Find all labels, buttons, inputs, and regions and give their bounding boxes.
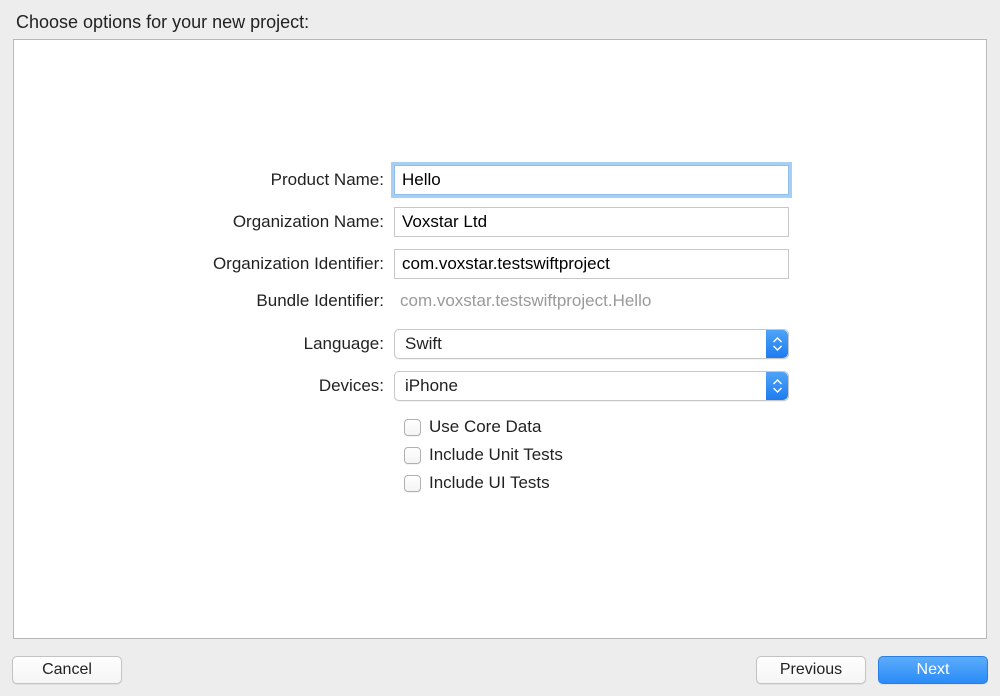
organization-name-input[interactable]	[394, 207, 789, 237]
bundle-identifier-label: Bundle Identifier:	[194, 291, 394, 311]
include-ui-tests-checkbox[interactable]	[404, 475, 421, 492]
product-name-row: Product Name:	[194, 165, 874, 195]
include-unit-tests-checkbox-row[interactable]: Include Unit Tests	[404, 441, 874, 469]
bundle-identifier-value: com.voxstar.testswiftproject.Hello	[394, 291, 651, 311]
language-select-value: Swift	[405, 334, 442, 354]
next-button[interactable]: Next	[878, 656, 988, 684]
content-pane: Product Name: Organization Name: Organiz…	[13, 39, 987, 639]
product-name-label: Product Name:	[194, 170, 394, 190]
language-row: Language: Swift	[194, 329, 874, 359]
include-unit-tests-label: Include Unit Tests	[429, 445, 563, 465]
use-core-data-checkbox-row[interactable]: Use Core Data	[404, 413, 874, 441]
cancel-button[interactable]: Cancel	[12, 656, 122, 684]
bundle-identifier-row: Bundle Identifier: com.voxstar.testswift…	[194, 291, 874, 311]
include-unit-tests-checkbox[interactable]	[404, 447, 421, 464]
include-ui-tests-label: Include UI Tests	[429, 473, 550, 493]
language-label: Language:	[194, 334, 394, 354]
devices-row: Devices: iPhone	[194, 371, 874, 401]
dialog-footer: Cancel Previous Next	[12, 656, 988, 684]
previous-button[interactable]: Previous	[756, 656, 866, 684]
organization-name-label: Organization Name:	[194, 212, 394, 232]
devices-label: Devices:	[194, 376, 394, 396]
dialog-title: Choose options for your new project:	[12, 10, 988, 39]
use-core-data-checkbox[interactable]	[404, 419, 421, 436]
language-select[interactable]: Swift	[394, 329, 789, 359]
product-name-input[interactable]	[394, 165, 789, 195]
checkbox-group: Use Core Data Include Unit Tests Include…	[404, 413, 874, 497]
options-form: Product Name: Organization Name: Organiz…	[194, 165, 874, 497]
organization-identifier-input[interactable]	[394, 249, 789, 279]
organization-name-row: Organization Name:	[194, 207, 874, 237]
organization-identifier-row: Organization Identifier:	[194, 249, 874, 279]
updown-arrows-icon	[766, 372, 788, 400]
use-core-data-label: Use Core Data	[429, 417, 541, 437]
organization-identifier-label: Organization Identifier:	[194, 254, 394, 274]
include-ui-tests-checkbox-row[interactable]: Include UI Tests	[404, 469, 874, 497]
new-project-options-dialog: Choose options for your new project: Pro…	[0, 0, 1000, 696]
updown-arrows-icon	[766, 330, 788, 358]
devices-select-value: iPhone	[405, 376, 458, 396]
devices-select[interactable]: iPhone	[394, 371, 789, 401]
